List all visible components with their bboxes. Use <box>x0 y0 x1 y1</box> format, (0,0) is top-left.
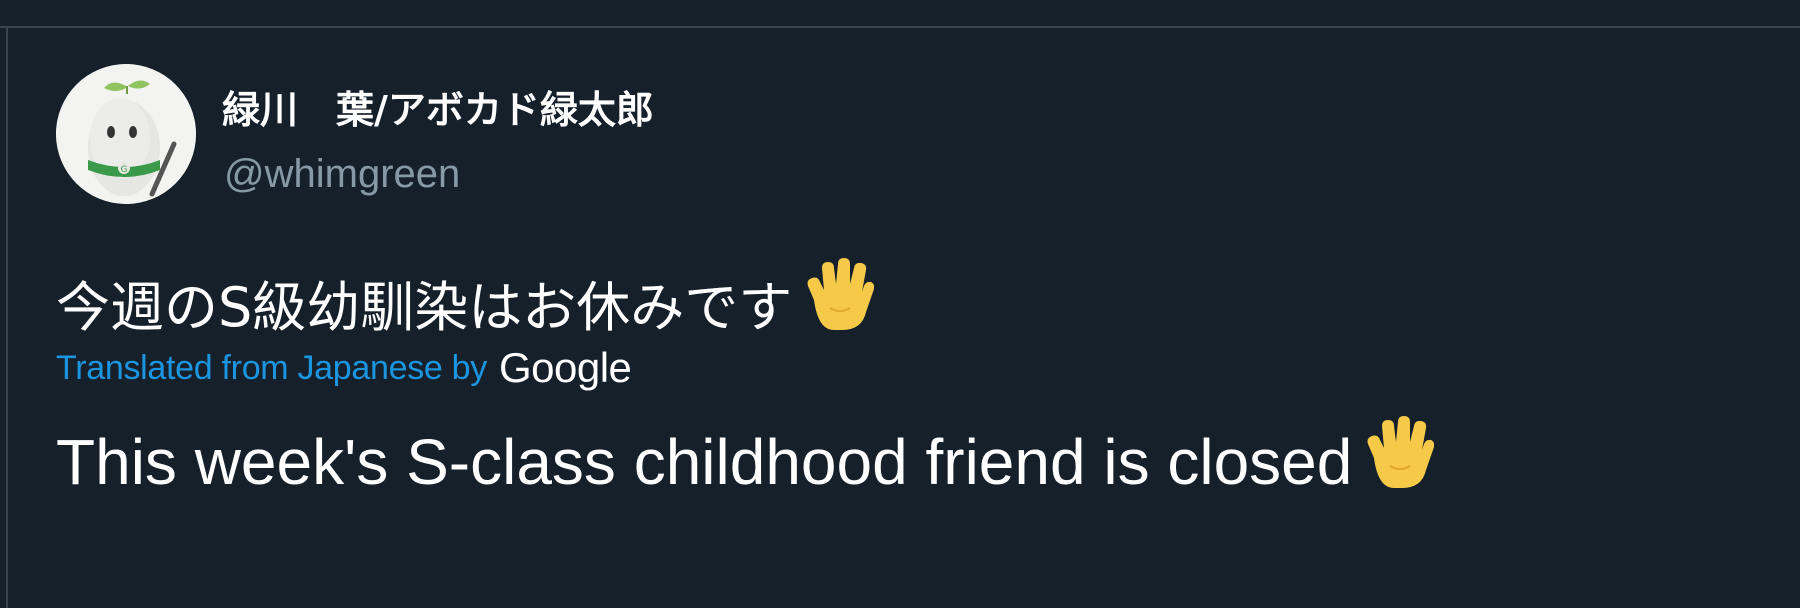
tweet-translated-text: This week's S-class childhood friend is … <box>56 414 1435 502</box>
avocado-mascot-avatar-icon: G <box>56 64 196 204</box>
translation-attribution: Translated from Japanese by Google <box>56 344 632 391</box>
raised-hand-icon <box>1360 414 1435 492</box>
translated-from-link[interactable]: Translated from Japanese by <box>56 349 487 388</box>
tweet[interactable]: G 緑川 葉/アボカド緑太郎 @whimgreen 今週のS級幼馴染はお休みです… <box>8 28 1800 608</box>
avatar[interactable]: G <box>56 64 196 204</box>
display-name[interactable]: 緑川 葉/アボカド緑太郎 <box>222 86 654 134</box>
user-handle[interactable]: @whimgreen <box>224 150 460 198</box>
original-text-content: 今週のS級幼馴染はお休みです <box>56 276 793 339</box>
google-logo: Google <box>498 344 632 391</box>
previous-tweet-edge <box>0 0 1800 28</box>
svg-text:G: G <box>121 165 128 175</box>
raised-hand-icon <box>800 256 875 334</box>
tweet-original-text: 今週のS級幼馴染はお休みです <box>56 256 875 344</box>
translated-text-content: This week's S-class childhood friend is … <box>56 426 1353 498</box>
